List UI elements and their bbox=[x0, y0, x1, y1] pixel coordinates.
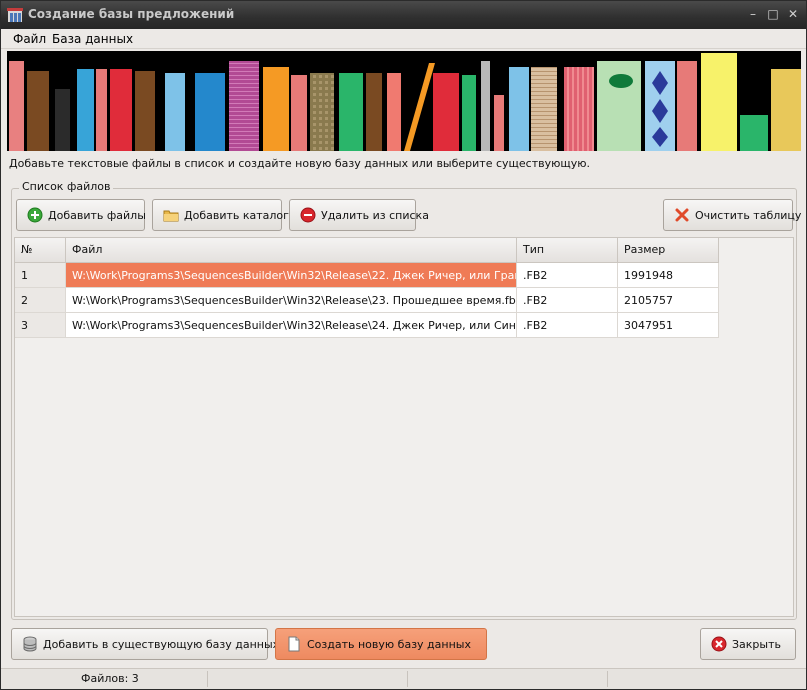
close-circle-icon bbox=[711, 636, 727, 652]
cell-size: 3047951 bbox=[618, 313, 719, 338]
status-separator bbox=[207, 671, 208, 687]
status-separator bbox=[607, 671, 608, 687]
app-icon bbox=[7, 8, 23, 22]
col-header-file[interactable]: Файл bbox=[66, 238, 517, 263]
col-header-type[interactable]: Тип bbox=[517, 238, 618, 263]
instruction-text: Добавьте текстовые файлы в список и созд… bbox=[9, 157, 590, 170]
remove-icon bbox=[300, 207, 316, 223]
add-folder-label: Добавить каталог bbox=[184, 208, 289, 222]
title-bar[interactable]: Создание базы предложений – □ ✕ bbox=[1, 1, 806, 29]
clear-table-button[interactable]: Очистить таблицу bbox=[663, 199, 801, 231]
cell-number: 2 bbox=[15, 288, 66, 313]
cell-type: .FB2 bbox=[517, 313, 618, 338]
database-icon bbox=[23, 636, 37, 652]
cell-type: .FB2 bbox=[517, 263, 618, 288]
cell-number: 1 bbox=[15, 263, 66, 288]
cell-file[interactable]: W:\Work\Programs3\SequencesBuilder\Win32… bbox=[66, 288, 517, 313]
add-icon bbox=[27, 207, 43, 223]
cell-file[interactable]: W:\Work\Programs3\SequencesBuilder\Win32… bbox=[66, 263, 517, 288]
table-row[interactable]: 2 W:\Work\Programs3\SequencesBuilder\Win… bbox=[15, 288, 719, 313]
close-button[interactable]: Закрыть bbox=[700, 628, 796, 660]
add-to-existing-db-label: Добавить в существующую базу данных bbox=[43, 637, 280, 651]
cell-number: 3 bbox=[15, 313, 66, 338]
add-to-existing-db-button[interactable]: Добавить в существующую базу данных bbox=[11, 628, 279, 660]
status-separator bbox=[407, 671, 408, 687]
bookshelf-illustration bbox=[9, 53, 801, 151]
cell-size: 1991948 bbox=[618, 263, 719, 288]
app-window: Создание базы предложений – □ ✕ Файл Баз… bbox=[0, 0, 807, 690]
new-document-icon bbox=[288, 636, 300, 652]
table-header: № Файл Тип Размер bbox=[15, 238, 719, 263]
col-header-size[interactable]: Размер bbox=[618, 238, 719, 263]
minimize-icon[interactable]: – bbox=[746, 7, 760, 21]
bookshelf-banner bbox=[7, 51, 801, 151]
create-new-db-label: Создать новую базу данных bbox=[307, 637, 471, 651]
file-list-group-title: Список файлов bbox=[19, 180, 114, 193]
cell-file[interactable]: W:\Work\Programs3\SequencesBuilder\Win32… bbox=[66, 313, 517, 338]
cell-size: 2105757 bbox=[618, 288, 719, 313]
status-bar: Файлов: 3 bbox=[1, 668, 806, 689]
add-files-label: Добавить файлы bbox=[48, 208, 146, 222]
remove-from-list-button[interactable]: Удалить из списка bbox=[289, 199, 429, 231]
files-table[interactable]: № Файл Тип Размер 1 W:\Work\Programs3\Se… bbox=[14, 237, 794, 617]
close-label: Закрыть bbox=[732, 637, 781, 651]
clear-x-icon bbox=[675, 208, 689, 222]
create-new-db-button[interactable]: Создать новую базу данных bbox=[275, 628, 487, 660]
table-row[interactable]: 3 W:\Work\Programs3\SequencesBuilder\Win… bbox=[15, 313, 719, 338]
remove-label: Удалить из списка bbox=[321, 208, 429, 222]
menu-file[interactable]: Файл bbox=[13, 32, 46, 46]
cell-type: .FB2 bbox=[517, 288, 618, 313]
folder-icon bbox=[163, 210, 179, 222]
maximize-icon[interactable]: □ bbox=[766, 7, 780, 21]
menu-database[interactable]: База данных bbox=[52, 32, 133, 46]
close-window-icon[interactable]: ✕ bbox=[786, 7, 800, 21]
window-title: Создание базы предложений bbox=[28, 7, 235, 21]
clear-label: Очистить таблицу bbox=[695, 208, 802, 222]
col-header-number[interactable]: № bbox=[15, 238, 66, 263]
files-count: Файлов: 3 bbox=[81, 672, 139, 685]
add-folder-button[interactable]: Добавить каталог bbox=[152, 199, 289, 231]
menu-bar: Файл База данных bbox=[1, 29, 806, 49]
table-row[interactable]: 1 W:\Work\Programs3\SequencesBuilder\Win… bbox=[15, 263, 719, 288]
add-files-button[interactable]: Добавить файлы bbox=[16, 199, 146, 231]
